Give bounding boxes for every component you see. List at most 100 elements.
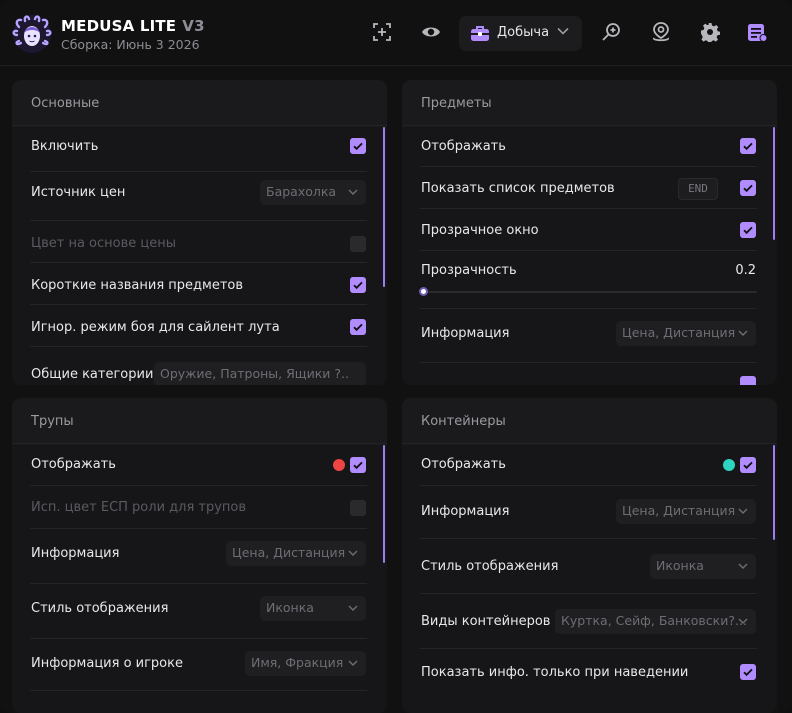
price-color-checkbox[interactable] [350,236,366,252]
items-show-checkbox[interactable] [740,138,756,154]
color-swatch-teal[interactable] [723,459,735,471]
corpses-style-label: Стиль отображения [31,601,169,616]
esp-color-checkbox[interactable] [350,500,366,516]
panel-items-title: Предметы [421,96,492,111]
divider [30,485,367,486]
chevron-down-icon [557,27,569,35]
transparent-checkbox[interactable] [740,222,756,238]
containers-show-checkbox[interactable] [740,457,756,473]
divider [420,648,757,649]
short-names-label: Короткие названия предметов [31,278,244,293]
price-color-label: Цвет на основе цены [31,236,177,251]
location-icon[interactable] [649,20,673,44]
container-types-label: Виды контейнеров [421,614,551,629]
next-option-checkbox[interactable] [740,376,756,385]
app-version: V3 [182,17,205,35]
containers-show-label: Отображать [421,457,506,472]
divider [420,538,757,539]
divider [30,638,367,639]
app-window: MEDUSA LITE V3 Сборка: Июнь 3 2026 Добыча [0,0,792,713]
scrollbar[interactable] [773,445,775,540]
corpses-info-label: Информация [31,546,120,561]
crosshair-icon[interactable] [370,20,394,44]
scrollbar[interactable] [383,445,385,563]
corpses-info-dropdown[interactable]: Цена, Дистанция [226,541,366,566]
categories-dropdown[interactable]: Оружие, Патроны, Ящики ?.. [154,362,366,385]
divider [30,346,367,347]
player-info-dropdown[interactable]: Имя, Фракция [245,651,366,676]
eye-icon[interactable] [419,20,443,44]
briefcase-icon [471,26,489,41]
containers-style-value: Иконка [656,558,704,573]
scrollbar[interactable] [383,127,385,287]
price-source-dropdown[interactable]: Барахолка [260,180,366,205]
search-map-icon[interactable] [600,20,624,44]
categories-label: Общие категории [31,367,154,382]
panel-basic: Основные Включить Источник цен Барахолка… [12,80,387,385]
price-source-value: Барахолка [266,184,337,199]
divider [420,485,757,486]
divider [420,166,757,167]
divider [420,250,757,251]
chevron-down-icon [738,618,748,624]
divider [30,262,367,263]
app-name: MEDUSA LITE [61,17,177,35]
ignore-combat-label: Игнор. режим боя для сайлент лута [31,320,280,335]
show-list-label: Показать список предметов [421,181,615,196]
app-title: MEDUSA LITE V3 [61,17,205,35]
panel-corpses-title: Трупы [31,414,74,429]
medusa-logo-icon [12,15,52,53]
opacity-slider-track[interactable] [421,291,757,293]
header: MEDUSA LITE V3 Сборка: Июнь 3 2026 Добыча [0,0,792,66]
panel-containers: Контейнеры Отображать Информация Цена, Д… [402,398,777,713]
opacity-value: 0.2 [735,263,756,278]
divider [30,171,367,172]
panel-basic-title: Основные [31,96,100,111]
categories-value: Оружие, Патроны, Ящики ?.. [160,366,349,381]
containers-style-dropdown[interactable]: Иконка [650,554,756,579]
items-info-dropdown[interactable]: Цена, Дистанция [616,321,756,346]
ignore-combat-checkbox[interactable] [350,319,366,335]
color-swatch-red[interactable] [333,459,345,471]
corpses-style-dropdown[interactable]: Иконка [260,596,366,621]
panel-corpses: Трупы Отображать Исп. цвет ЕСП роли для … [12,398,387,713]
corpses-info-value: Цена, Дистанция [232,545,346,560]
hover-info-label: Показать инфо. только при наведении [421,665,689,680]
divider [30,304,367,305]
chevron-down-icon [348,550,358,556]
esp-color-label: Исп. цвет ЕСП роли для трупов [31,500,247,515]
divider [30,220,367,221]
chevron-down-icon [348,660,358,666]
hotkey-chip[interactable]: END [678,178,718,200]
items-info-label: Информация [421,326,510,341]
divider [420,208,757,209]
loot-dropdown-label: Добыча [497,25,550,40]
container-types-dropdown[interactable]: Куртка, Сейф, Банковски?... [555,609,756,634]
build-date: Сборка: Июнь 3 2026 [61,37,200,52]
show-list-checkbox[interactable] [740,180,756,196]
divider [420,308,757,309]
corpses-show-checkbox[interactable] [350,457,366,473]
scrollbar[interactable] [773,127,775,240]
loot-dropdown[interactable]: Добыча [459,16,582,51]
divider [30,528,367,529]
opacity-slider-thumb[interactable] [419,287,428,296]
divider [420,593,757,594]
corpses-style-value: Иконка [266,600,314,615]
gear-icon[interactable] [698,20,722,44]
enable-checkbox[interactable] [350,138,366,154]
price-source-label: Источник цен [31,185,126,200]
opacity-label: Прозрачность [421,263,517,278]
corpses-show-label: Отображать [31,457,116,472]
chevron-down-icon [738,508,748,514]
divider [30,690,367,691]
divider [420,362,757,363]
player-info-value: Имя, Фракция [251,655,344,670]
containers-info-dropdown[interactable]: Цена, Дистанция [616,499,756,524]
short-names-checkbox[interactable] [350,277,366,293]
hover-info-checkbox[interactable] [740,664,756,680]
chevron-down-icon [348,605,358,611]
items-info-value: Цена, Дистанция [622,325,736,340]
chevron-down-icon [738,563,748,569]
list-icon[interactable] [745,20,769,44]
